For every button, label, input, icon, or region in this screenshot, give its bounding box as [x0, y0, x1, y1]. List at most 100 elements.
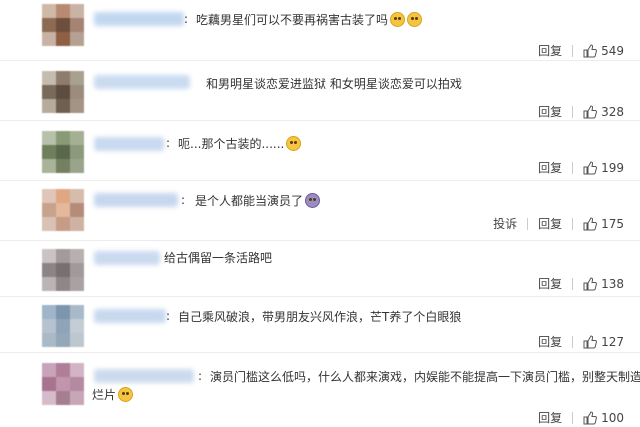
comment-text: 是个人都能当演员了	[195, 190, 321, 212]
avatar-mosaic-cell	[56, 32, 70, 46]
reply-button[interactable]: 回复	[538, 333, 562, 350]
avatar[interactable]	[42, 131, 84, 173]
avatar-mosaic-cell	[56, 333, 70, 347]
username-blurred[interactable]	[94, 251, 160, 265]
thinking-face-icon	[286, 136, 302, 151]
avatar-mosaic-cell	[42, 99, 56, 113]
avatar-mosaic-cell	[42, 249, 56, 263]
like-count: 138	[601, 276, 624, 291]
comment-item: : 是个人都能当演员了 投诉 回复 175	[0, 180, 640, 241]
avatar-mosaic-cell	[70, 377, 84, 391]
comment-text: 自己乘风破浪，带男朋友兴风作浪，芒T养了个白眼狼	[178, 306, 461, 328]
username-blurred[interactable]	[94, 193, 178, 207]
avatar[interactable]	[42, 249, 84, 291]
divider	[572, 335, 574, 348]
avatar-mosaic-cell	[56, 377, 70, 391]
comment-actions: 回复 199	[530, 159, 624, 176]
avatar[interactable]	[42, 305, 84, 347]
like-button[interactable]: 100	[583, 411, 624, 425]
avatar-mosaic-cell	[56, 305, 70, 319]
username-blurred[interactable]	[94, 12, 184, 26]
avatar-mosaic-cell	[42, 18, 56, 32]
thumbs-up-icon	[583, 43, 598, 57]
comment-text: 呃...那个古装的......	[178, 133, 302, 155]
avatar-mosaic-cell	[42, 305, 56, 319]
like-button[interactable]: 138	[583, 277, 624, 291]
divider	[572, 105, 574, 118]
username-blurred[interactable]	[94, 75, 190, 89]
comment-body: 演员门槛这么低吗，什么人都来演戏，内娱能不能提高一下演员门槛，别整天制造	[210, 370, 640, 384]
reply-button[interactable]: 回复	[538, 275, 562, 292]
avatar-mosaic-cell	[42, 189, 56, 203]
avatar[interactable]	[42, 4, 84, 46]
reply-button[interactable]: 回复	[538, 409, 562, 426]
comment-actions: 回复 100	[530, 409, 624, 426]
username-blurred[interactable]	[94, 369, 194, 383]
username-blurred[interactable]	[94, 309, 166, 323]
comment-actions: 回复 127	[530, 333, 624, 350]
comment-body: 吃藕男星们可以不要再祸害古装了吗	[196, 13, 389, 27]
avatar-mosaic-cell	[42, 333, 56, 347]
comment-text-continued: 烂片	[92, 386, 134, 403]
avatar-mosaic-cell	[70, 32, 84, 46]
like-count: 127	[601, 334, 624, 349]
like-count: 199	[601, 160, 624, 175]
avatar-mosaic-cell	[42, 4, 56, 18]
avatar-mosaic-cell	[56, 4, 70, 18]
comment-colon: :	[198, 369, 203, 383]
thumbs-up-icon	[583, 410, 598, 424]
comment-actions: 回复 138	[530, 275, 624, 292]
avatar-mosaic-cell	[56, 391, 70, 405]
avatar[interactable]	[42, 71, 84, 113]
like-button[interactable]: 175	[583, 217, 624, 231]
comment-item: 给古偶留一条活路吧 回复 138	[0, 240, 640, 297]
comment-item: : 吃藕男星们可以不要再祸害古装了吗 回复 549	[0, 0, 640, 60]
avatar-mosaic-cell	[70, 145, 84, 159]
comment-colon: :	[184, 12, 189, 26]
avatar-mosaic-cell	[70, 305, 84, 319]
comment-item: 和男明星谈恋爱进监狱 和女明星谈恋爱可以拍戏 回复 328	[0, 60, 640, 121]
comment-text: 和男明星谈恋爱进监狱 和女明星谈恋爱可以拍戏	[206, 73, 462, 95]
avatar-mosaic-cell	[56, 203, 70, 217]
avatar-mosaic-cell	[42, 363, 56, 377]
divider	[572, 44, 574, 57]
avatar-mosaic-cell	[56, 277, 70, 291]
avatar-mosaic-cell	[70, 18, 84, 32]
avatar-mosaic-cell	[56, 189, 70, 203]
avatar-mosaic-cell	[56, 159, 70, 173]
comment-item: : 演员门槛这么低吗，什么人都来演戏，内娱能不能提高一下演员门槛，别整天制造 烂…	[0, 352, 640, 427]
avatar-mosaic-cell	[70, 391, 84, 405]
comment-item: : 自己乘风破浪，带男朋友兴风作浪，芒T养了个白眼狼 回复 127	[0, 296, 640, 353]
reply-button[interactable]: 回复	[538, 159, 562, 176]
divider	[572, 277, 574, 290]
avatar-mosaic-cell	[56, 217, 70, 231]
reply-button[interactable]: 回复	[538, 42, 562, 59]
avatar-mosaic-cell	[56, 99, 70, 113]
comment-body: 和男明星谈恋爱进监狱 和女明星谈恋爱可以拍戏	[206, 77, 462, 91]
avatar-mosaic-cell	[56, 363, 70, 377]
comment-body: 呃...那个古装的......	[178, 137, 285, 151]
avatar[interactable]	[42, 363, 84, 405]
avatar-mosaic-cell	[42, 32, 56, 46]
comment-list: : 吃藕男星们可以不要再祸害古装了吗 回复 549 和男明星谈恋爱进监狱 和女明…	[0, 0, 640, 426]
comment-colon: :	[181, 193, 186, 207]
like-button[interactable]: 199	[583, 161, 624, 175]
like-button[interactable]: 127	[583, 335, 624, 349]
divider	[572, 217, 574, 230]
comment-actions: 投诉 回复 175	[485, 215, 624, 232]
avatar-mosaic-cell	[70, 363, 84, 377]
comment-item: : 呃...那个古装的...... 回复 199	[0, 120, 640, 181]
reply-button[interactable]: 回复	[538, 215, 562, 232]
avatar[interactable]	[42, 189, 84, 231]
like-button[interactable]: 549	[583, 44, 624, 58]
comment-body: 是个人都能当演员了	[195, 194, 304, 208]
avatar-mosaic-cell	[42, 277, 56, 291]
avatar-mosaic-cell	[70, 333, 84, 347]
like-count: 549	[601, 43, 624, 58]
report-button[interactable]: 投诉	[493, 215, 517, 232]
avatar-mosaic-cell	[70, 189, 84, 203]
username-blurred[interactable]	[94, 137, 164, 151]
like-button[interactable]: 328	[583, 105, 624, 119]
reply-button[interactable]: 回复	[538, 103, 562, 120]
avatar-mosaic-cell	[70, 203, 84, 217]
